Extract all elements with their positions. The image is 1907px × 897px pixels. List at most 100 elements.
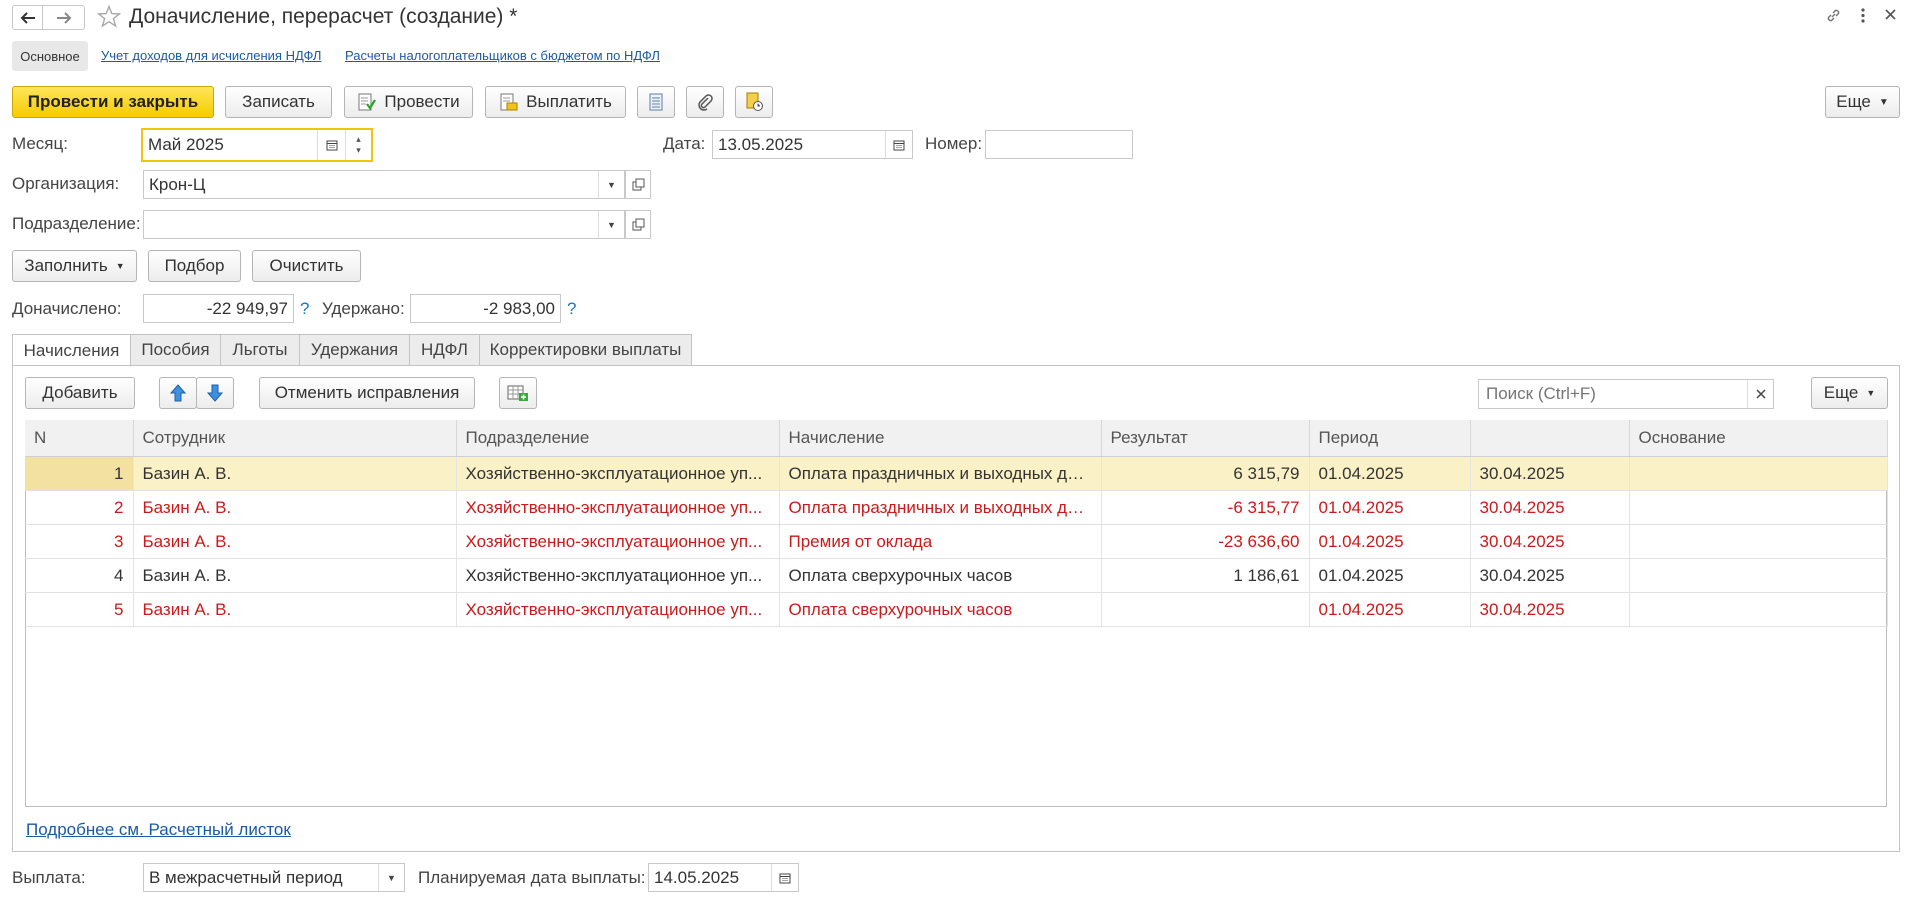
date-field[interactable]: 13.05.2025 [712,130,913,159]
nav-main[interactable]: Основное [12,41,88,71]
table-row[interactable]: 3 Базин А. В. Хозяйственно-эксплуатацион… [25,524,1888,559]
fill-button[interactable]: Заполнить ▼ [12,250,137,282]
spin-up-icon[interactable]: ▴ [356,134,361,145]
row-period-from: 01.04.2025 [1309,456,1471,491]
table-row[interactable]: 1 Базин А. В. Хозяйственно-эксплуатацион… [25,456,1888,491]
add-button[interactable]: Добавить [25,377,135,409]
row-period-to: 30.04.2025 [1470,456,1630,491]
organization-label: Организация: [12,174,120,193]
table-settings-button[interactable] [499,377,537,409]
month-label: Месяц: [12,134,68,153]
row-employee: Базин А. В. [133,524,457,559]
arrow-up-icon [170,384,186,402]
date-calendar-button[interactable] [885,131,912,158]
row-department: Хозяйственно-эксплуатационное уп... [456,490,780,525]
row-period-from: 01.04.2025 [1309,558,1471,593]
column-header[interactable]: N [25,420,134,457]
star-icon[interactable] [97,5,121,28]
move-up-button[interactable] [159,377,197,409]
nav-income-ndfl[interactable]: Учет доходов для исчисления НДФЛ [101,48,321,63]
tab-withholdings[interactable]: Удержания [299,334,410,366]
payment-select[interactable]: В межрасчетный период ▼ [143,863,405,892]
close-icon[interactable] [1884,8,1897,21]
tab-accruals[interactable]: Начисления [12,334,131,367]
post-and-close-button[interactable]: Провести и закрыть [12,86,214,118]
date-label: Дата: [663,134,706,153]
row-number: 4 [25,558,134,593]
month-spin-control[interactable]: ▴ ▾ [345,130,371,160]
month-field[interactable]: Май 2025 ▴ ▾ [141,128,373,162]
cancel-corrections-button[interactable]: Отменить исправления [259,377,475,409]
organization-open-button[interactable] [625,170,651,199]
row-period-from: 01.04.2025 [1309,524,1471,559]
column-header[interactable] [1470,420,1630,457]
row-accrual: Оплата праздничных и выходных дней [779,456,1102,491]
more-button[interactable]: Еще ▼ [1825,86,1900,118]
clear-button[interactable]: Очистить [252,250,361,282]
column-header[interactable]: Период [1309,420,1471,457]
row-result: 6 315,79 [1101,456,1310,491]
row-result [1101,592,1310,627]
spin-down-icon[interactable]: ▾ [356,145,361,156]
pay-button-label: Выплатить [526,92,612,111]
tab-deductions[interactable]: Льготы [220,334,300,366]
row-employee: Базин А. В. [133,558,457,593]
row-department: Хозяйственно-эксплуатационное уп... [456,524,780,559]
search-input[interactable] [1478,379,1774,409]
number-field[interactable] [985,130,1133,159]
row-employee: Базин А. В. [133,456,457,491]
tab-ndfl[interactable]: НДФЛ [409,334,480,366]
attach-button[interactable] [686,86,724,118]
department-dropdown-button[interactable]: ▼ [598,211,624,238]
payment-dropdown-button[interactable]: ▼ [378,864,404,891]
panel-more-button[interactable]: Еще ▼ [1811,377,1888,409]
forward-button[interactable] [42,5,85,30]
withheld-help-icon[interactable]: ? [567,299,576,319]
row-basis [1629,558,1888,593]
table-row[interactable]: 5 Базин А. В. Хозяйственно-эксплуатацион… [25,592,1888,627]
accrued-help-icon[interactable]: ? [300,299,309,319]
save-button[interactable]: Записать [225,86,332,118]
month-calendar-button[interactable] [317,130,345,160]
calendar-icon [326,140,337,151]
department-field[interactable]: ▼ [143,210,625,239]
post-button[interactable]: Провести [344,86,473,118]
document-clock-icon [746,92,763,111]
more-vertical-icon[interactable] [1857,7,1869,24]
back-button[interactable] [12,5,43,30]
planned-date-calendar-button[interactable] [771,864,798,891]
tab-payment-corrections[interactable]: Корректировки выплаты [479,334,692,366]
column-header[interactable]: Подразделение [456,420,780,457]
accruals-table[interactable]: N Сотрудник Подразделение Начисление Рез… [25,420,1888,627]
row-accrual: Оплата праздничных и выходных дней [779,490,1102,525]
nav-taxpayer-settlements[interactable]: Расчеты налогоплательщиков с бюджетом по… [345,48,660,63]
select-button[interactable]: Подбор [148,250,241,282]
table-row[interactable]: 2 Базин А. В. Хозяйственно-эксплуатацион… [25,490,1888,525]
search-text[interactable] [1484,383,1747,405]
arrow-right-icon [56,11,71,24]
column-header[interactable]: Основание [1629,420,1888,457]
fill-button-label: Заполнить [24,256,108,275]
tab-benefits[interactable]: Пособия [130,334,221,366]
move-down-button[interactable] [196,377,234,409]
number-label: Номер: [925,134,983,153]
row-number: 5 [25,592,134,627]
planned-date-value: 14.05.2025 [654,867,740,887]
accrued-value: -22 949,97 [206,298,288,318]
link-icon[interactable] [1825,7,1842,24]
column-header[interactable]: Результат [1101,420,1310,457]
paperclip-icon [698,94,713,111]
pay-button[interactable]: Выплатить [485,86,626,118]
history-button[interactable] [735,86,773,118]
search-clear-button[interactable] [1747,380,1773,408]
organization-dropdown-button[interactable]: ▼ [598,171,624,198]
column-header[interactable]: Сотрудник [133,420,457,457]
department-open-button[interactable] [625,210,651,239]
column-header[interactable]: Начисление [779,420,1102,457]
table-row[interactable]: 4 Базин А. В. Хозяйственно-эксплуатацион… [25,558,1888,593]
row-department: Хозяйственно-эксплуатационное уп... [456,558,780,593]
organization-field[interactable]: Крон-Ц ▼ [143,170,625,199]
planned-date-field[interactable]: 14.05.2025 [648,863,799,892]
payslip-details-link[interactable]: Подробнее см. Расчетный листок [26,820,291,840]
report-button[interactable] [637,86,675,118]
